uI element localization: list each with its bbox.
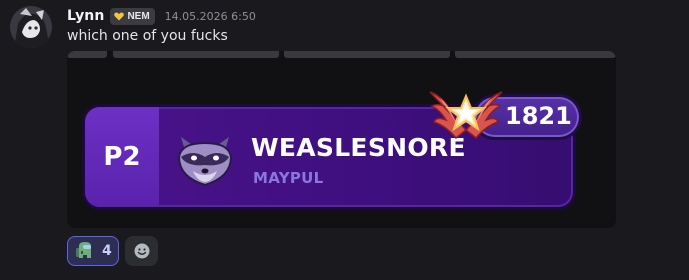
rank-wings-icon bbox=[429, 91, 503, 140]
position-box: P2 bbox=[85, 107, 159, 207]
reaction-button[interactable]: 4 bbox=[67, 236, 119, 266]
reactions-bar: 4 bbox=[67, 236, 158, 266]
embed-bar bbox=[67, 51, 107, 58]
embed-bar bbox=[284, 51, 450, 58]
server-tag[interactable]: NEM bbox=[110, 7, 155, 25]
message-text: which one of you fucks bbox=[67, 28, 228, 44]
username[interactable]: Lynn bbox=[67, 8, 104, 24]
message-header: Lynn NEM 14.05.2026 6:50 bbox=[67, 6, 256, 26]
raccoon-mascot-icon bbox=[177, 137, 233, 187]
avatar-image bbox=[10, 6, 52, 48]
position-label: P2 bbox=[103, 142, 141, 172]
embed-bar bbox=[113, 51, 279, 58]
timestamp: 14.05.2026 6:50 bbox=[164, 9, 256, 23]
avatar[interactable] bbox=[10, 6, 52, 48]
server-tag-label: NEM bbox=[127, 10, 150, 22]
reaction-count: 4 bbox=[102, 243, 112, 259]
heart-icon bbox=[114, 12, 125, 20]
player-team: MAYPUL bbox=[253, 169, 324, 187]
add-reaction-button[interactable] bbox=[125, 236, 158, 266]
embed-top-bars bbox=[67, 51, 616, 58]
embed-bar bbox=[455, 51, 616, 58]
among-us-crewmate-icon bbox=[76, 242, 91, 258]
smiley-icon bbox=[134, 243, 149, 259]
rating-value: 1821 bbox=[505, 102, 572, 130]
